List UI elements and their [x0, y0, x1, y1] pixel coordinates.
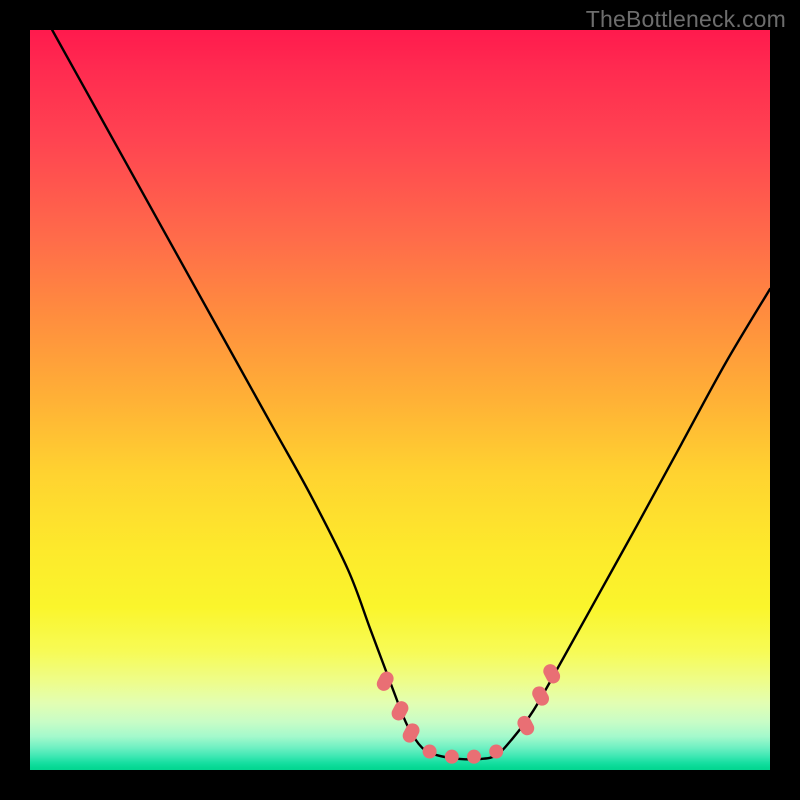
bottleneck-curve	[52, 30, 770, 759]
highlight-dot	[423, 745, 437, 759]
highlight-dot	[467, 750, 481, 764]
highlight-dot	[389, 699, 411, 723]
plot-area	[30, 30, 770, 770]
chart-frame: TheBottleneck.com	[0, 0, 800, 800]
highlight-dots	[374, 662, 562, 764]
highlight-dot	[400, 721, 422, 745]
chart-svg	[30, 30, 770, 770]
watermark-text: TheBottleneck.com	[586, 6, 786, 33]
highlight-dot	[489, 745, 503, 759]
highlight-dot	[445, 750, 459, 764]
highlight-dot	[515, 713, 537, 737]
